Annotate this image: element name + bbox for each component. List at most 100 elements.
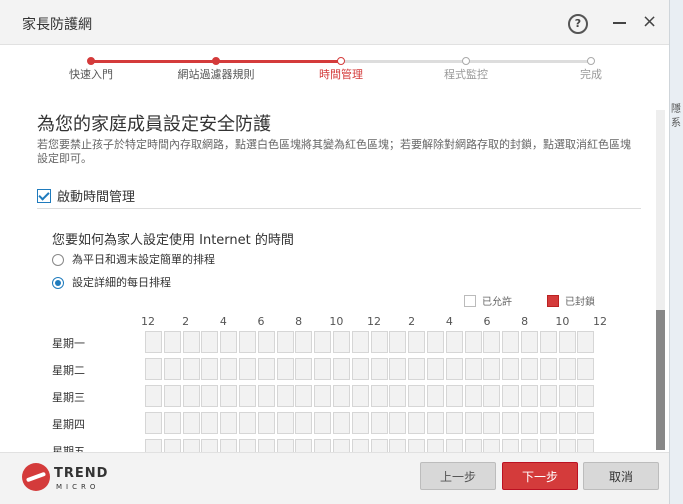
time-slot-cell[interactable] (520, 412, 538, 434)
time-slot-cell[interactable] (220, 331, 238, 353)
time-slot-cell[interactable] (314, 331, 332, 353)
time-slot-cell[interactable] (145, 412, 162, 434)
time-slot-cell[interactable] (577, 385, 595, 407)
time-slot-cell[interactable] (314, 385, 332, 407)
time-slot-cell[interactable] (220, 412, 238, 434)
time-slot-cell[interactable] (201, 439, 219, 452)
time-slot-cell[interactable] (520, 439, 538, 452)
time-slot-cell[interactable] (332, 358, 350, 380)
question-circle-icon[interactable]: ? (568, 14, 588, 34)
time-slot-cell[interactable] (201, 385, 219, 407)
time-slot-cell[interactable] (426, 358, 444, 380)
time-slot-cell[interactable] (558, 358, 576, 380)
time-slot-cell[interactable] (502, 358, 520, 380)
time-slot-cell[interactable] (220, 385, 238, 407)
time-slot-cell[interactable] (520, 358, 538, 380)
time-slot-cell[interactable] (483, 385, 501, 407)
time-slot-cell[interactable] (445, 412, 463, 434)
time-slot-cell[interactable] (464, 385, 482, 407)
time-slot-cell[interactable] (351, 385, 369, 407)
time-slot-cell[interactable] (483, 358, 501, 380)
time-slot-cell[interactable] (389, 412, 407, 434)
radio-icon[interactable] (52, 254, 64, 266)
time-slot-cell[interactable] (182, 358, 200, 380)
time-slot-cell[interactable] (408, 358, 426, 380)
time-slot-cell[interactable] (464, 439, 482, 452)
time-slot-cell[interactable] (163, 331, 181, 353)
time-slot-cell[interactable] (445, 331, 463, 353)
time-slot-cell[interactable] (163, 385, 181, 407)
time-slot-cell[interactable] (389, 358, 407, 380)
time-slot-cell[interactable] (464, 412, 482, 434)
time-slot-cell[interactable] (426, 412, 444, 434)
time-slot-cell[interactable] (276, 412, 294, 434)
time-slot-cell[interactable] (464, 331, 482, 353)
time-slot-cell[interactable] (539, 385, 557, 407)
time-slot-cell[interactable] (558, 439, 576, 452)
time-slot-cell[interactable] (520, 331, 538, 353)
time-slot-cell[interactable] (295, 385, 313, 407)
time-slot-cell[interactable] (539, 358, 557, 380)
time-slot-cell[interactable] (145, 385, 162, 407)
time-slot-cell[interactable] (295, 358, 313, 380)
time-slot-cell[interactable] (295, 412, 313, 434)
time-slot-cell[interactable] (539, 439, 557, 452)
time-slot-cell[interactable] (257, 358, 275, 380)
time-slot-cell[interactable] (276, 358, 294, 380)
time-slot-cell[interactable] (257, 385, 275, 407)
time-slot-cell[interactable] (370, 412, 388, 434)
time-slot-cell[interactable] (182, 331, 200, 353)
close-icon[interactable]: × (642, 12, 657, 32)
time-slot-cell[interactable] (201, 331, 219, 353)
time-slot-cell[interactable] (558, 412, 576, 434)
time-slot-cell[interactable] (163, 412, 181, 434)
time-slot-cell[interactable] (332, 412, 350, 434)
time-slot-cell[interactable] (408, 331, 426, 353)
time-slot-cell[interactable] (445, 358, 463, 380)
next-button[interactable]: 下一步 (502, 462, 578, 490)
time-slot-cell[interactable] (370, 439, 388, 452)
time-slot-cell[interactable] (445, 385, 463, 407)
time-slot-cell[interactable] (351, 331, 369, 353)
time-slot-cell[interactable] (295, 331, 313, 353)
time-slot-cell[interactable] (483, 331, 501, 353)
time-slot-cell[interactable] (163, 358, 181, 380)
time-slot-cell[interactable] (370, 331, 388, 353)
time-slot-cell[interactable] (201, 358, 219, 380)
time-slot-cell[interactable] (426, 331, 444, 353)
time-slot-cell[interactable] (502, 385, 520, 407)
minimize-icon[interactable] (613, 22, 626, 24)
time-slot-cell[interactable] (145, 439, 162, 452)
time-slot-cell[interactable] (257, 439, 275, 452)
time-slot-cell[interactable] (314, 412, 332, 434)
time-slot-cell[interactable] (163, 439, 181, 452)
time-slot-cell[interactable] (577, 412, 595, 434)
time-slot-cell[interactable] (426, 439, 444, 452)
scrollbar-thumb[interactable] (656, 310, 665, 450)
time-slot-cell[interactable] (295, 439, 313, 452)
previous-button[interactable]: 上一步 (420, 462, 496, 490)
time-slot-cell[interactable] (558, 385, 576, 407)
time-slot-cell[interactable] (520, 385, 538, 407)
time-slot-cell[interactable] (483, 412, 501, 434)
time-slot-cell[interactable] (238, 385, 256, 407)
time-slot-cell[interactable] (389, 385, 407, 407)
time-slot-cell[interactable] (332, 331, 350, 353)
time-slot-cell[interactable] (314, 358, 332, 380)
time-slot-cell[interactable] (332, 385, 350, 407)
time-slot-cell[interactable] (426, 385, 444, 407)
simple-schedule-radio[interactable]: 為平日和週末設定簡單的排程 (52, 251, 215, 267)
time-slot-cell[interactable] (408, 385, 426, 407)
time-slot-cell[interactable] (276, 385, 294, 407)
time-slot-cell[interactable] (408, 412, 426, 434)
time-slot-cell[interactable] (351, 439, 369, 452)
time-slot-cell[interactable] (257, 331, 275, 353)
time-slot-cell[interactable] (182, 385, 200, 407)
time-slot-cell[interactable] (539, 331, 557, 353)
time-slot-cell[interactable] (502, 439, 520, 452)
time-slot-cell[interactable] (276, 439, 294, 452)
checkbox-checked-icon[interactable] (37, 189, 51, 203)
time-slot-cell[interactable] (257, 412, 275, 434)
time-slot-cell[interactable] (408, 439, 426, 452)
time-slot-cell[interactable] (238, 439, 256, 452)
